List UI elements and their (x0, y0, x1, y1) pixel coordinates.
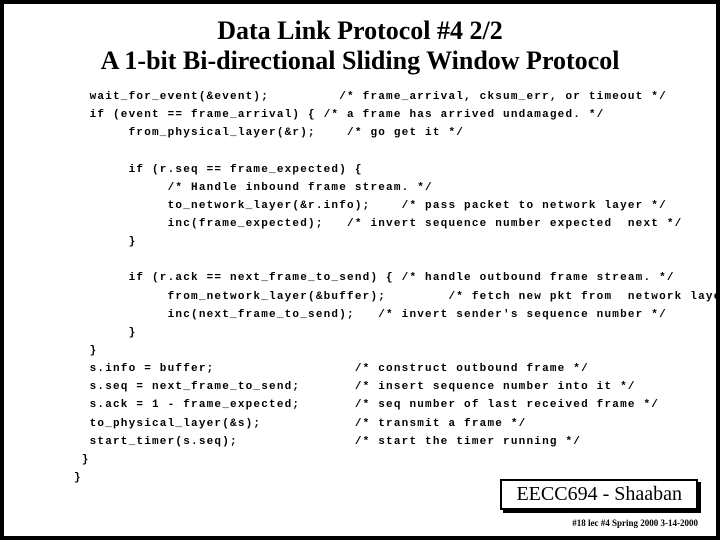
title-line-1: Data Link Protocol #4 2/2 (44, 16, 676, 46)
title-block: Data Link Protocol #4 2/2 A 1-bit Bi-dir… (4, 4, 716, 82)
code-listing: wait_for_event(&event); /* frame_arrival… (4, 82, 716, 487)
footer-pill: EECC694 - Shaaban (500, 479, 698, 510)
slide-frame: Data Link Protocol #4 2/2 A 1-bit Bi-dir… (0, 0, 720, 540)
footer-small: #18 lec #4 Spring 2000 3-14-2000 (572, 518, 698, 528)
title-line-2: A 1-bit Bi-directional Sliding Window Pr… (44, 46, 676, 76)
